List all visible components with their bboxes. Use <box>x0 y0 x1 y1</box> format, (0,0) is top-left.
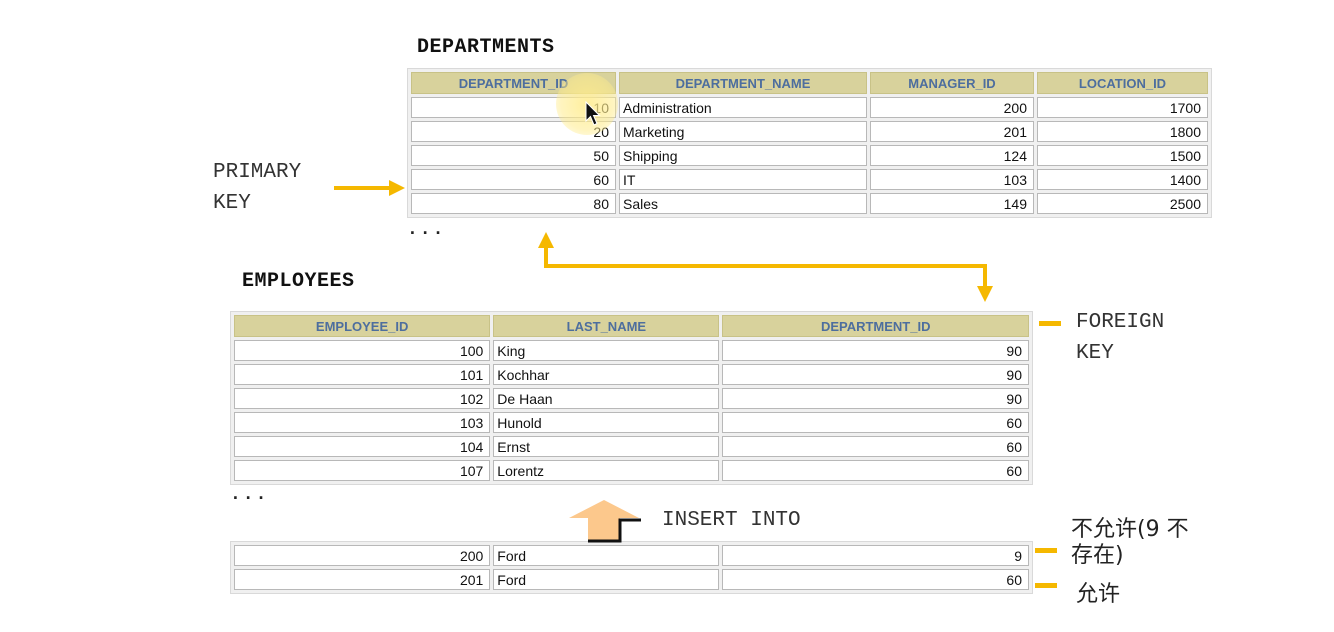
foreign-key-label: FOREIGN KEY <box>1076 307 1164 369</box>
foreign-key-line2: KEY <box>1076 342 1114 365</box>
allowed-label: 允许 <box>1076 582 1121 607</box>
foreign-key-line1: FOREIGN <box>1076 311 1165 334</box>
relationship-connector <box>538 232 993 302</box>
foreign-key-marker <box>1039 321 1061 326</box>
not-allowed-marker <box>1035 548 1057 553</box>
not-allowed-label: 不允许(9 不 存在) <box>1071 517 1189 569</box>
primary-key-line1: PRIMARY <box>213 161 302 184</box>
primary-key-line2: KEY <box>213 192 251 215</box>
allowed-marker <box>1035 583 1057 588</box>
insert-arrow-icon <box>569 500 641 543</box>
insert-into-label: INSERT INTO <box>662 509 801 532</box>
primary-key-arrow <box>334 180 405 196</box>
primary-key-label: PRIMARY KEY <box>213 157 301 219</box>
not-allowed-line2: 存在) <box>1071 543 1124 568</box>
not-allowed-line1: 不允许(9 不 <box>1071 517 1189 542</box>
